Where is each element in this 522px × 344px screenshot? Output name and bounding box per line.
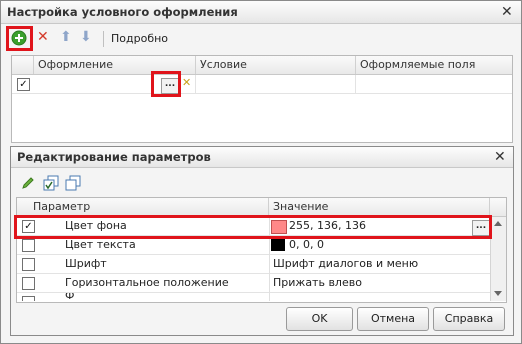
table-row[interactable]: Шрифт Шрифт диалогов и меню [17, 255, 490, 274]
table-row[interactable]: Ф [17, 293, 490, 301]
row-checkbox[interactable] [22, 239, 35, 252]
param-name: Горизонтальное положение [65, 276, 229, 289]
ok-button[interactable]: OK [286, 307, 353, 331]
cancel-button[interactable]: Отмена [357, 307, 429, 331]
header-parameter[interactable]: Параметр [17, 198, 269, 216]
add-button-highlight [6, 26, 33, 51]
param-name: Ф [65, 293, 75, 301]
dialog-titlebar: Редактирование параметров ✕ [11, 147, 513, 168]
row-checkbox[interactable] [22, 258, 35, 271]
row-checkbox[interactable]: ✓ [17, 78, 30, 91]
move-up-icon[interactable]: ⬆ [60, 29, 72, 45]
window-titlebar: Настройка условного оформления ✕ [1, 1, 521, 24]
window-title: Настройка условного оформления [7, 5, 238, 19]
toolbar-separator [103, 31, 104, 47]
select-button-highlight [151, 71, 181, 97]
row-highlight [14, 215, 492, 239]
scrollbar[interactable] [490, 217, 506, 301]
param-value[interactable]: Шрифт диалогов и меню [273, 255, 483, 274]
move-down-icon[interactable]: ⬇ [80, 29, 92, 45]
formatting-table: Оформление Условие Оформляемые поля ✓ ..… [11, 55, 513, 143]
table-row[interactable]: ✓ ... ✕ [12, 75, 512, 94]
dialog-close-icon[interactable]: ✕ [494, 149, 506, 165]
clear-icon[interactable]: ✕ [182, 76, 191, 89]
param-name: Шрифт [65, 257, 107, 270]
window-close-icon[interactable]: ✕ [501, 4, 513, 20]
dialog-toolbar [17, 173, 137, 193]
header-check-column [12, 56, 34, 74]
header-condition[interactable]: Условие [196, 56, 356, 74]
outer-toolbar: ✕ ⬆ ⬇ Подробно [7, 28, 307, 50]
row-checkbox[interactable] [22, 277, 35, 290]
details-button[interactable]: Подробно [111, 32, 168, 45]
dialog-title: Редактирование параметров [17, 150, 211, 164]
edit-parameters-dialog: Редактирование параметров ✕ Параметр Зна… [10, 146, 514, 336]
help-button[interactable]: Справка [433, 307, 505, 331]
scroll-down-icon[interactable] [494, 291, 502, 296]
header-value[interactable]: Значение [269, 198, 490, 216]
condition-cell[interactable] [196, 75, 356, 94]
formatting-table-header: Оформление Условие Оформляемые поля [12, 56, 512, 75]
check-all-icon[interactable] [43, 175, 59, 191]
row-checkbox[interactable] [22, 296, 35, 301]
table-row[interactable]: Горизонтальное положение Прижать влево [17, 274, 490, 293]
uncheck-all-icon[interactable] [65, 175, 81, 191]
fields-cell[interactable] [356, 75, 512, 94]
parameters-table: Параметр Значение ✓ Цвет фона 255, 136, … [16, 197, 507, 303]
param-value[interactable]: Прижать влево [273, 274, 483, 293]
scroll-up-icon[interactable] [494, 221, 502, 226]
delete-icon[interactable]: ✕ [37, 29, 49, 45]
color-swatch [271, 239, 285, 251]
pencil-icon[interactable] [21, 176, 35, 190]
header-formatted-fields[interactable]: Оформляемые поля [356, 56, 512, 74]
